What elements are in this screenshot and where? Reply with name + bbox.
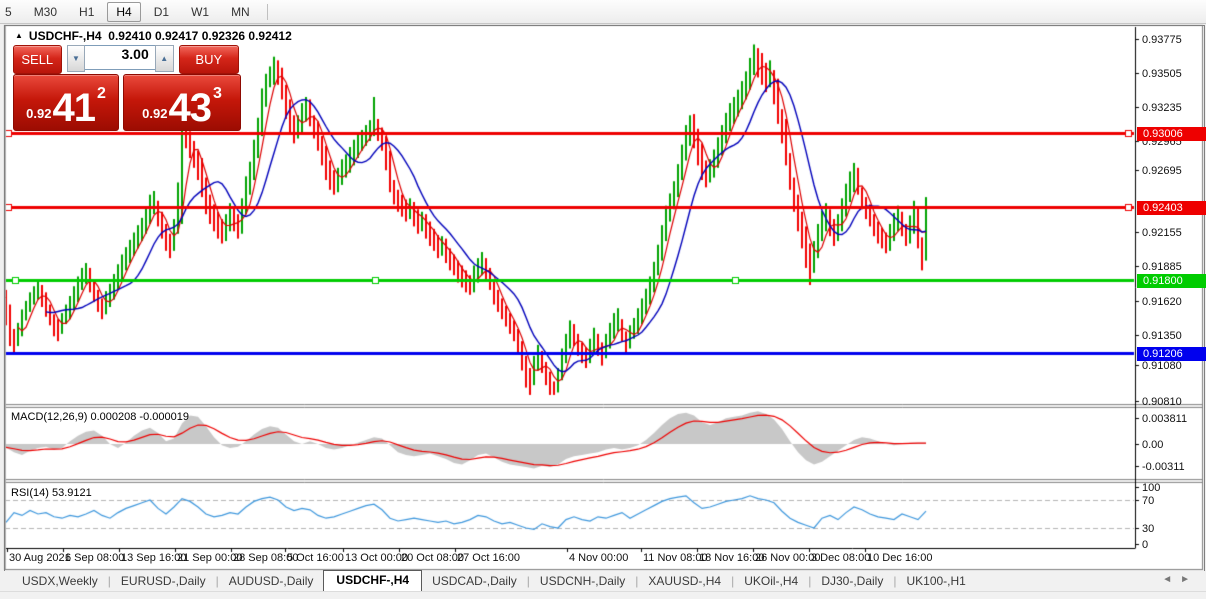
price-axis-label: 0.91885 — [1142, 261, 1182, 273]
price-axis-label: 0.93235 — [1142, 102, 1182, 114]
timeframe-button-h1[interactable]: H1 — [70, 2, 103, 22]
timeframe-toolbar: 5 M30 H1 H4 D1 W1 MN — [0, 0, 1206, 24]
macd-axis-label: 0.00 — [1142, 439, 1164, 451]
price-axis-label: 0.91620 — [1142, 296, 1182, 308]
macd-axis-label: -0.00311 — [1142, 461, 1185, 473]
rsi-indicator-label: RSI(14) 53.9121 — [11, 487, 92, 499]
chart-tab-usdcad-daily[interactable]: USDCAD-,Daily — [422, 572, 527, 591]
buy-price-small: 0.92 — [142, 106, 168, 121]
chart-ohlc-values: 0.92410 0.92417 0.92326 0.92412 — [108, 29, 292, 43]
one-click-trading-panel: SELL ▼ 3.00 ▲ BUY 0.92 41 2 0.92 43 3 — [13, 45, 241, 131]
macd-indicator-label: MACD(12,26,9) 0.000208 -0.000019 — [11, 411, 189, 423]
timeframe-button-5[interactable]: 5 — [0, 2, 21, 22]
price-line-badge: 0.91800 — [1137, 274, 1206, 289]
buy-price-sup: 3 — [212, 85, 222, 102]
chart-tab-uk100-h1[interactable]: UK100-,H1 — [896, 572, 975, 591]
time-axis-label: 6 Sep 08:00 — [65, 552, 125, 564]
macd-axis-label: 0.003811 — [1142, 413, 1188, 425]
tab-scroll-right-icon[interactable]: ► — [1180, 574, 1198, 585]
time-axis-label: 27 Oct 16:00 — [457, 552, 520, 564]
rsi-axis-label: 30 — [1142, 523, 1155, 535]
chart-tab-ukoil-h4[interactable]: UKOil-,H4 — [734, 572, 808, 591]
volume-decrease-button[interactable]: ▼ — [66, 45, 86, 72]
time-axis-label: 5 Oct 16:00 — [287, 552, 344, 564]
time-axis-label: 13 Oct 00:00 — [345, 552, 408, 564]
rsi-axis-label: 70 — [1142, 495, 1155, 507]
time-axis-label: 4 Nov 00:00 — [569, 552, 629, 564]
chart-tab-eurusd-daily[interactable]: EURUSD-,Daily — [111, 572, 216, 591]
chart-symbol-period: USDCHF-,H4 — [28, 29, 102, 43]
chart-window: ▲ USDCHF-,H4 0.92410 0.92417 0.92326 0.92… — [4, 25, 1206, 572]
time-axis-label: 11 Nov 08:00 — [643, 552, 708, 564]
time-axis-label: 3 Dec 08:00 — [811, 552, 871, 564]
price-axis-label: 0.91080 — [1142, 360, 1182, 372]
timeframe-button-mn[interactable]: MN — [222, 2, 259, 22]
sell-price-button[interactable]: 0.92 41 2 — [13, 74, 119, 131]
timeframe-button-h4[interactable]: H4 — [107, 1, 141, 22]
sell-price-big: 41 — [52, 86, 95, 130]
price-line-badge: 0.93006 — [1137, 126, 1206, 141]
sell-price-sup: 2 — [96, 85, 106, 102]
chart-tab-audusd-daily[interactable]: AUDUSD-,Daily — [219, 572, 324, 591]
volume-input[interactable]: 3.00 — [85, 45, 155, 70]
time-axis-label: 20 Oct 08:00 — [401, 552, 464, 564]
tab-scroll-arrows: ◄► — [1162, 574, 1198, 585]
timeframe-button-w1[interactable]: W1 — [182, 2, 218, 22]
trade-controls-row: SELL ▼ 3.00 ▲ BUY — [13, 45, 240, 74]
time-axis-label: 10 Dec 16:00 — [867, 552, 933, 564]
rsi-axis-label: 0 — [1142, 539, 1149, 551]
chart-title: ▲ USDCHF-,H4 0.92410 0.92417 0.92326 0.92… — [15, 29, 292, 43]
price-axis-label: 0.92695 — [1142, 165, 1182, 177]
price-axis-label: 0.93775 — [1142, 34, 1182, 46]
rsi-axis-label: 100 — [1142, 482, 1161, 494]
sell-price-small: 0.92 — [26, 106, 52, 121]
chart-tab-usdchf-h4[interactable]: USDCHF-,H4 — [323, 570, 423, 591]
price-line-badge: 0.91206 — [1137, 346, 1206, 361]
price-axis-label: 0.91350 — [1142, 330, 1182, 342]
terminal-root: 5 M30 H1 H4 D1 W1 MN ▲ USDCHF-,H4 0.92410 0.924… — [0, 0, 1206, 599]
price-axis-label: 0.92155 — [1142, 227, 1182, 239]
chart-tab-dj30-daily[interactable]: DJ30-,Daily — [811, 572, 893, 591]
toolbar-separator — [266, 3, 268, 20]
price-axis-label: 0.93505 — [1142, 68, 1182, 80]
buy-price-big: 43 — [168, 86, 211, 130]
timeframe-button-d1[interactable]: D1 — [145, 2, 178, 22]
timeframe-button-m30[interactable]: M30 — [25, 2, 66, 22]
buy-button[interactable]: BUY — [178, 45, 240, 74]
volume-increase-button[interactable]: ▲ — [154, 45, 174, 72]
price-line-badge: 0.92403 — [1137, 200, 1206, 215]
time-axis-label: 30 Aug 2021 — [9, 552, 71, 564]
buy-price-button[interactable]: 0.92 43 3 — [123, 74, 241, 131]
collapse-arrow-icon[interactable]: ▲ — [15, 31, 23, 40]
chart-tab-usdcnh-daily[interactable]: USDCNH-,Daily — [530, 572, 635, 591]
sell-button[interactable]: SELL — [13, 45, 62, 74]
chart-tab-bar: USDX,Weekly | EURUSD-,Daily | AUDUSD-,Daily U… — [0, 570, 1206, 591]
tab-scroll-left-icon[interactable]: ◄ — [1162, 574, 1180, 585]
chart-tab-usdx-weekly[interactable]: USDX,Weekly — [12, 572, 108, 591]
price-axis-label: 0.90810 — [1142, 396, 1182, 408]
chart-tab-xauusd-h4[interactable]: XAUUSD-,H4 — [638, 572, 731, 591]
